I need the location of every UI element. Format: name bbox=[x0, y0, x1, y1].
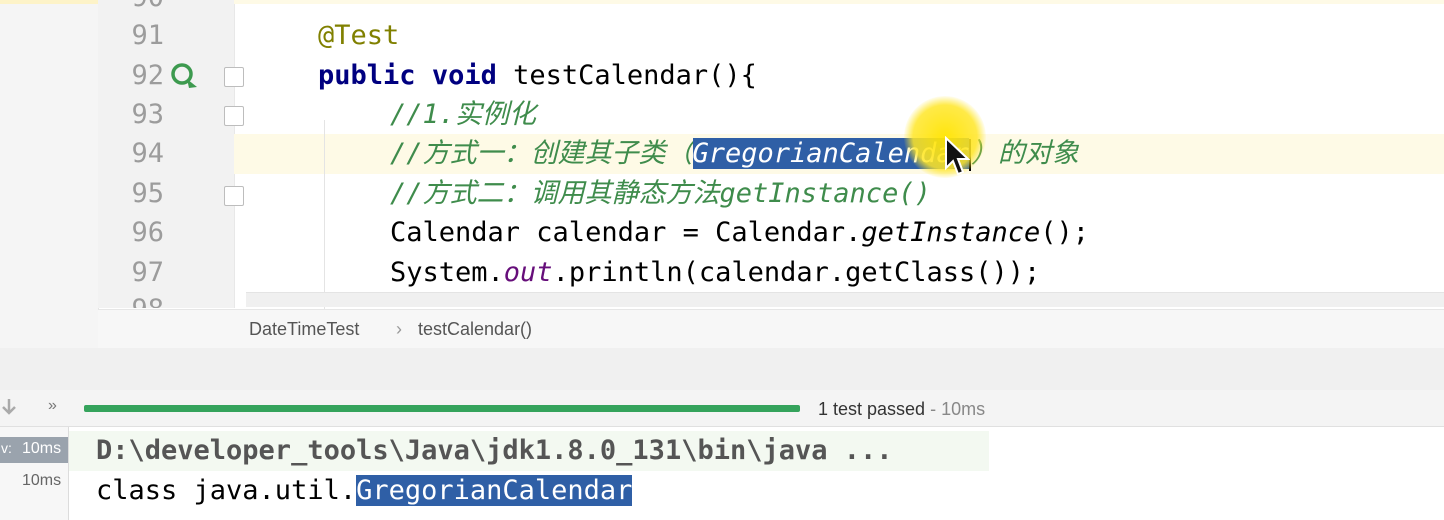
breadcrumb: DateTimeTest › testCalendar() bbox=[98, 309, 1444, 348]
console-command-line: D:\developer_tools\Java\jdk1.8.0_131\bin… bbox=[96, 435, 893, 466]
fold-marker-icon[interactable] bbox=[224, 67, 244, 87]
line-number: 95 bbox=[131, 178, 164, 209]
code-text: System. bbox=[390, 257, 504, 288]
code-editor[interactable]: 90 91 92 93 94 95 96 97 98 @Test public … bbox=[0, 0, 1444, 348]
line-number: 92 bbox=[131, 60, 164, 91]
breadcrumb-separator: › bbox=[396, 319, 402, 339]
static-method: getInstance bbox=[861, 217, 1041, 248]
fold-marker-icon[interactable] bbox=[224, 106, 244, 126]
mouse-pointer-icon bbox=[944, 135, 971, 178]
keyword-void: void bbox=[431, 60, 497, 91]
code-text: Calendar calendar = Calendar. bbox=[390, 217, 862, 248]
console-text: class java.util. bbox=[96, 475, 357, 506]
test-progress-bar bbox=[84, 405, 800, 412]
breadcrumb-class[interactable]: DateTimeTest bbox=[249, 310, 359, 348]
arrow-down-icon[interactable] bbox=[0, 396, 18, 420]
code-text: (); bbox=[1040, 217, 1089, 248]
code-line-95[interactable]: //方式二：调用其静态方法getInstance() bbox=[390, 174, 931, 214]
horizontal-scrollbar[interactable] bbox=[246, 292, 1444, 307]
code-line-93[interactable]: //1.实例化 bbox=[390, 95, 536, 135]
console-output-line: class java.util.GregorianCalendar bbox=[96, 471, 633, 511]
code-line-92[interactable]: public void testCalendar(){ bbox=[318, 56, 757, 96]
line-number: 91 bbox=[131, 20, 164, 51]
test-status-text: 1 test passed - 10ms bbox=[818, 396, 985, 422]
panel-divider[interactable] bbox=[0, 348, 1444, 391]
line-number: 98 bbox=[98, 290, 164, 308]
line-number: 93 bbox=[131, 99, 164, 130]
test-tree[interactable]: v: 10ms 10ms bbox=[0, 427, 69, 520]
breadcrumb-method[interactable]: testCalendar() bbox=[418, 310, 532, 348]
status-time: - 10ms bbox=[925, 399, 986, 419]
code-line-91[interactable]: @Test bbox=[318, 16, 399, 56]
status-main: 1 test passed bbox=[818, 399, 926, 419]
code-line-97[interactable]: System.out.println(calendar.getClass()); bbox=[390, 253, 1040, 293]
editor-left-strip bbox=[0, 0, 99, 348]
static-field: out bbox=[503, 257, 553, 288]
code-text: .println(calendar.getClass()); bbox=[552, 257, 1041, 288]
more-actions-icon[interactable]: » bbox=[48, 397, 57, 415]
test-tree-item[interactable]: 10ms bbox=[0, 469, 68, 495]
fold-marker-icon[interactable] bbox=[224, 186, 244, 206]
indent-guide bbox=[324, 120, 325, 310]
tree-item-label: v: bbox=[1, 440, 12, 456]
tool-strip-highlight bbox=[0, 0, 98, 4]
method-name: testCalendar(){ bbox=[496, 60, 757, 91]
tree-item-time: 10ms bbox=[22, 440, 62, 457]
comment-text: ）的对象 bbox=[970, 138, 1079, 169]
line-number: 97 bbox=[131, 257, 164, 288]
line-number: 96 bbox=[131, 217, 164, 248]
code-line-96[interactable]: Calendar calendar = Calendar.getInstance… bbox=[390, 213, 1089, 253]
previous-line-highlight bbox=[234, 0, 1444, 4]
line-number: 94 bbox=[131, 138, 164, 169]
keyword-public: public bbox=[318, 60, 416, 91]
run-test-icon[interactable] bbox=[168, 60, 202, 92]
tree-item-time: 10ms bbox=[22, 472, 62, 489]
console-selected-text: GregorianCalendar bbox=[356, 475, 633, 506]
test-tree-item-selected[interactable]: v: 10ms bbox=[0, 437, 68, 463]
comment-text: //方式一：创建其子类（ bbox=[390, 138, 693, 169]
